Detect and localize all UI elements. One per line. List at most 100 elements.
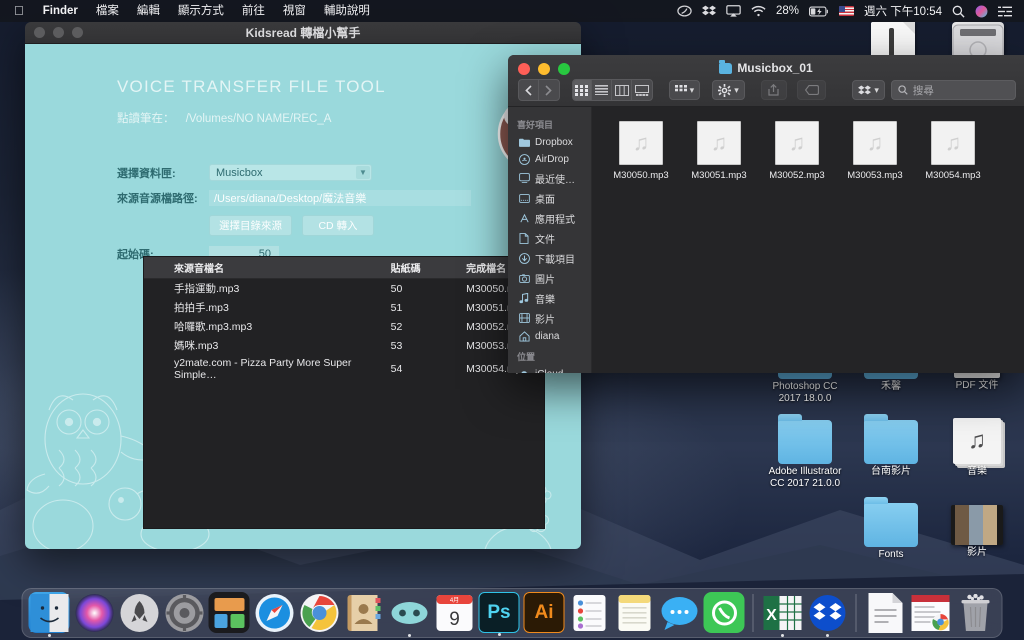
- sidebar-item-downloads[interactable]: 下載項目: [508, 248, 591, 268]
- battery-charging-icon[interactable]: [809, 6, 829, 17]
- view-mode-buttons[interactable]: [571, 79, 653, 101]
- dock-item-mission-control[interactable]: [208, 592, 250, 633]
- creative-cloud-icon[interactable]: [677, 5, 692, 17]
- airplay-icon[interactable]: [726, 5, 741, 17]
- dock-item-calendar[interactable]: 4月 9: [434, 592, 475, 633]
- finder-sidebar[interactable]: 喜好項目 Dropbox AirDrop 最近使… 桌面 應用程式 文件 下載項…: [508, 107, 592, 373]
- zoom-button[interactable]: [72, 27, 83, 38]
- view-icon-grid-icon[interactable]: [572, 80, 593, 100]
- column-sticker-code[interactable]: 貼紙碼: [390, 257, 467, 279]
- app-window-controls[interactable]: [25, 27, 83, 38]
- menu-item-finder[interactable]: Finder: [34, 0, 87, 22]
- us-flag-icon[interactable]: [839, 6, 855, 16]
- cd-import-button[interactable]: CD 轉入: [302, 215, 374, 236]
- minimize-button[interactable]: [53, 27, 64, 38]
- dock-item-excel[interactable]: X: [762, 592, 803, 637]
- sidebar-item-dropbox[interactable]: Dropbox: [508, 134, 591, 151]
- dock-item-notes[interactable]: [614, 592, 655, 633]
- dock-item-finder[interactable]: [28, 592, 70, 637]
- chevron-down-icon[interactable]: ▼: [356, 166, 370, 179]
- chevron-down-icon[interactable]: ▾: [734, 85, 739, 96]
- desktop-icon-video-film[interactable]: 影片: [934, 505, 1020, 559]
- sidebar-item-documents[interactable]: 文件: [508, 228, 591, 248]
- sidebar-item-recents[interactable]: 最近使…: [508, 168, 591, 188]
- desktop-icon-illustrator-folder[interactable]: Adobe Illustrator CC 2017 21.0.0: [762, 414, 848, 490]
- menu-item-view[interactable]: 顯示方式: [169, 0, 233, 22]
- table-row[interactable]: 媽咪.mp3 53 M30053.mp3: [144, 336, 544, 355]
- file-item[interactable]: ♫ M30053.mp3: [836, 121, 914, 181]
- dock-item-facetime[interactable]: [703, 592, 745, 633]
- view-gallery-icon[interactable]: [632, 80, 652, 100]
- siri-icon[interactable]: [975, 5, 988, 18]
- control-center-icon[interactable]: [998, 6, 1012, 17]
- forward-button[interactable]: [539, 80, 559, 100]
- menu-item-go[interactable]: 前往: [233, 0, 274, 22]
- table-row[interactable]: 手指運動.mp3 50 M30050.mp3: [144, 279, 544, 299]
- dock-item-contacts[interactable]: [344, 592, 385, 633]
- dock-item-trash[interactable]: [955, 592, 996, 633]
- source-path-input[interactable]: /Users/diana/Desktop/魔法音樂: [209, 190, 471, 206]
- table-row[interactable]: 哈囉歌.mp3.mp3 52 M30052.mp3: [144, 317, 544, 336]
- desktop-icon-fonts-folder[interactable]: Fonts: [848, 497, 934, 561]
- app-title-bar[interactable]: Kidsread 轉檔小幫手: [25, 22, 581, 44]
- menu-item-file[interactable]: 檔案: [87, 0, 128, 22]
- dock-item-dropbox[interactable]: [807, 592, 848, 637]
- file-item[interactable]: ♫ M30050.mp3: [602, 121, 680, 181]
- dock-item-messages[interactable]: [659, 592, 700, 633]
- back-button[interactable]: [519, 80, 539, 100]
- column-source-filename[interactable]: 來源音檔名: [144, 257, 391, 279]
- clock-label[interactable]: 週六 下午10:54: [864, 3, 942, 19]
- menu-item-edit[interactable]: 編輯: [128, 0, 169, 22]
- search-icon[interactable]: [952, 5, 965, 18]
- table-row[interactable]: 拍拍手.mp3 51 M30051.mp3: [144, 298, 544, 317]
- menu-item-window[interactable]: 視窗: [274, 0, 315, 22]
- close-button[interactable]: [34, 27, 45, 38]
- file-list-table[interactable]: 來源音檔名 貼紙碼 完成檔名 手指運動.mp3 50 M30050.mp3 拍拍…: [143, 256, 545, 529]
- dropbox-icon[interactable]: [701, 5, 716, 17]
- search-input[interactable]: 搜尋: [890, 80, 1016, 100]
- dock-item-launchpad[interactable]: [119, 592, 160, 633]
- chevron-down-icon[interactable]: ▾: [690, 85, 695, 96]
- wifi-icon[interactable]: [751, 5, 766, 17]
- sidebar-item-movies[interactable]: 影片: [508, 308, 591, 328]
- chevron-down-icon[interactable]: ▾: [874, 85, 879, 96]
- dock-item-siri[interactable]: [74, 592, 115, 633]
- kidsread-app-window[interactable]: Kidsread 轉檔小幫手 VOICE TRANSFER FILE TOOL …: [25, 22, 581, 549]
- sidebar-item-icloud[interactable]: iCloud…: [508, 366, 591, 373]
- dropbox-button[interactable]: ▾: [852, 80, 885, 100]
- view-columns-icon[interactable]: [612, 80, 633, 100]
- apple-logo-icon[interactable]: : [8, 0, 34, 22]
- dock-item-photo-booth[interactable]: [389, 592, 430, 637]
- dock-item-chrome[interactable]: [299, 592, 340, 633]
- choose-directory-button[interactable]: 選擇目錄來源: [209, 215, 292, 236]
- file-item[interactable]: ♫ M30052.mp3: [758, 121, 836, 181]
- dock-item-illustrator[interactable]: Ai: [523, 592, 565, 633]
- tag-button[interactable]: [796, 80, 827, 100]
- share-button[interactable]: [760, 80, 787, 100]
- folder-select-dropdown[interactable]: Musicbox ▼: [209, 164, 372, 181]
- group-items-button[interactable]: ▾: [668, 80, 701, 100]
- finder-file-grid[interactable]: ♫ M30050.mp3 ♫ M30051.mp3 ♫ M30052.mp3 ♫…: [592, 107, 1024, 373]
- dock-item-photoshop[interactable]: Ps: [478, 592, 520, 636]
- file-item[interactable]: ♫ M30054.mp3: [914, 121, 992, 181]
- menu-item-help[interactable]: 輔助說明: [315, 0, 379, 22]
- sidebar-item-desktop[interactable]: 桌面: [508, 188, 591, 208]
- dock-item-reminders[interactable]: [569, 592, 610, 633]
- table-row[interactable]: y2mate.com - Pizza Party More Super Simp…: [144, 355, 544, 383]
- view-list-icon[interactable]: [592, 80, 613, 100]
- sidebar-item-diana[interactable]: diana: [508, 328, 591, 345]
- sidebar-item-applications[interactable]: 應用程式: [508, 208, 591, 228]
- sidebar-item-airdrop[interactable]: AirDrop: [508, 151, 591, 168]
- sidebar-item-pictures[interactable]: 圖片: [508, 268, 591, 288]
- desktop-icon-music-stack[interactable]: ♫ 音樂: [934, 418, 1020, 478]
- dock-item-document-file[interactable]: [865, 592, 906, 633]
- dock-item-safari[interactable]: [254, 592, 295, 633]
- dock-item-webpage-file[interactable]: [910, 592, 951, 633]
- dock[interactable]: 4月 9 Ps Ai X: [21, 588, 1003, 638]
- navigation-buttons[interactable]: [518, 79, 560, 101]
- dock-item-system-preferences[interactable]: [164, 592, 205, 633]
- sidebar-item-music[interactable]: 音樂: [508, 288, 591, 308]
- desktop-icon-tainan-video-folder[interactable]: 台南影片: [848, 414, 934, 478]
- file-item[interactable]: ♫ M30051.mp3: [680, 121, 758, 181]
- finder-window[interactable]: Musicbox_01 ▾ ▾ ▾ 搜尋 喜好項目 Dropbox AirDro…: [508, 55, 1024, 373]
